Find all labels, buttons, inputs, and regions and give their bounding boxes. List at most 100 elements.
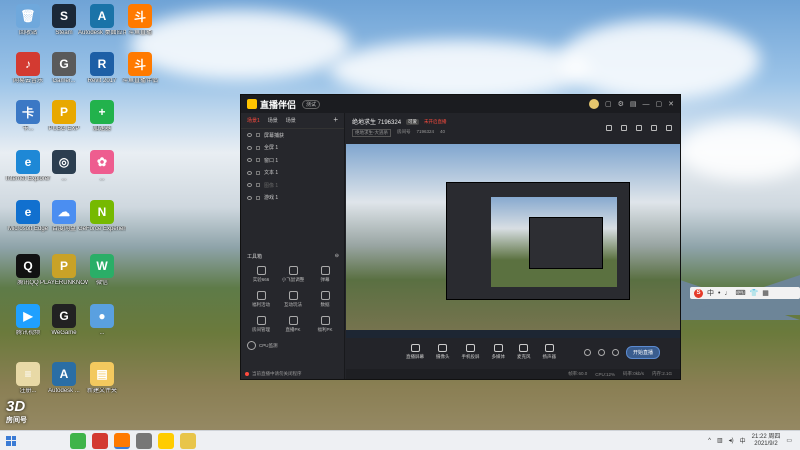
- ime-tray-icon[interactable]: 中: [740, 436, 746, 445]
- source-item[interactable]: 文本 1: [241, 167, 344, 180]
- ime-toolbar[interactable]: S 中 • ♩ ⌨ 👕 ▦: [690, 287, 800, 299]
- timer-icon[interactable]: [597, 348, 605, 356]
- eye-icon[interactable]: [247, 158, 252, 163]
- eye-icon[interactable]: [247, 133, 252, 138]
- ime-menu-icon[interactable]: ▦: [762, 289, 769, 297]
- ime-keyboard-icon[interactable]: ⌨: [735, 289, 745, 297]
- desktop-icon[interactable]: N GeForce Experience: [78, 200, 126, 233]
- room-tag[interactable]: 可爱: [406, 118, 420, 125]
- tool-button[interactable]: 房间管理: [245, 316, 277, 333]
- volume-icon[interactable]: ◂): [729, 437, 734, 444]
- network-icon[interactable]: ▥: [717, 437, 723, 444]
- cpu-icon: [247, 341, 256, 350]
- tool-button[interactable]: 互动玩法: [277, 291, 309, 308]
- tab-scene-3[interactable]: 场景: [286, 117, 296, 124]
- message-icon[interactable]: ▢: [605, 100, 612, 108]
- taskbar-app-icon[interactable]: [136, 432, 152, 449]
- minimize-icon[interactable]: —: [643, 101, 650, 108]
- logo-icon: [247, 99, 257, 109]
- lock-icon[interactable]: [256, 183, 260, 188]
- title-bar: 直播伴侣 测试 ▢ ⚙ ▤ — ▢ ✕: [241, 95, 680, 113]
- gear-icon[interactable]: [611, 348, 619, 356]
- taskbar-app-icon[interactable]: [92, 432, 108, 449]
- ime-punct-icon[interactable]: •: [718, 290, 720, 297]
- desktop-icon[interactable]: W 微信: [78, 254, 126, 287]
- tool-button[interactable]: 福利PK: [309, 316, 341, 333]
- eye-icon[interactable]: [247, 170, 252, 175]
- desktop-icon-label: 微信: [95, 280, 108, 286]
- version-badge[interactable]: 测试: [302, 99, 321, 109]
- control-button[interactable]: 多媒体: [492, 344, 505, 360]
- source-item[interactable]: 游戏 1: [241, 192, 344, 205]
- clock[interactable]: 21:22 周四 2021/9/2: [752, 434, 781, 448]
- start-live-button[interactable]: 开始直播: [625, 345, 660, 359]
- settings-icon[interactable]: ⚙: [618, 100, 624, 108]
- ime-skin-icon[interactable]: 👕: [750, 289, 759, 297]
- ime-mode[interactable]: 中: [707, 288, 714, 298]
- layout-icon[interactable]: [606, 125, 612, 131]
- eye-icon[interactable]: [247, 145, 252, 150]
- tool-button[interactable]: 福利活动: [245, 291, 277, 308]
- eye-icon[interactable]: [247, 183, 252, 188]
- taskbar-app-icon[interactable]: [158, 432, 174, 449]
- control-button[interactable]: 摄像头: [436, 344, 450, 360]
- lock-icon[interactable]: [256, 145, 260, 150]
- user-avatar[interactable]: [588, 99, 599, 109]
- notification-icon[interactable]: ▭: [786, 437, 792, 444]
- record-icon[interactable]: [636, 125, 642, 131]
- maximize-icon[interactable]: ▢: [656, 100, 663, 108]
- lock-icon[interactable]: [256, 133, 260, 138]
- toolbox-title: 工具箱: [247, 254, 263, 260]
- skin-icon[interactable]: ▤: [630, 100, 637, 108]
- start-button[interactable]: [0, 431, 22, 450]
- source-item[interactable]: 屏幕捕获: [241, 129, 344, 142]
- control-button[interactable]: 直播屏幕: [406, 344, 424, 360]
- close-icon[interactable]: ✕: [668, 100, 674, 108]
- tool-button[interactable]: 数据: [309, 291, 341, 308]
- tool-button[interactable]: 直播PK: [277, 316, 309, 333]
- taskbar-app-icon[interactable]: [180, 432, 196, 449]
- toolbox-collapse-icon[interactable]: ⊖: [335, 253, 339, 260]
- source-item[interactable]: 图像 1: [241, 179, 344, 192]
- lock-icon[interactable]: [256, 195, 260, 200]
- lock-icon[interactable]: [621, 125, 627, 131]
- room-title[interactable]: 绝地求生 7196324: [352, 117, 401, 126]
- bell-icon[interactable]: [651, 125, 657, 131]
- share-icon[interactable]: [666, 125, 672, 131]
- tab-scene-2[interactable]: 场景: [268, 117, 278, 124]
- tab-scene-1[interactable]: 场景1: [247, 117, 260, 124]
- app-icon: A: [52, 362, 76, 386]
- add-scene-button[interactable]: +: [333, 116, 338, 124]
- scene-tabs: 场景1 场景 场景 +: [241, 113, 344, 129]
- eye-icon[interactable]: [247, 195, 252, 200]
- tool-button[interactable]: 实验666: [245, 266, 277, 283]
- record-toggle-icon[interactable]: [583, 348, 591, 356]
- source-item[interactable]: 窗口 1: [241, 154, 344, 167]
- control-button[interactable]: 麦克风: [517, 344, 531, 360]
- lock-icon[interactable]: [256, 170, 260, 175]
- desktop-icon[interactable]: ●...: [78, 304, 126, 337]
- category-selector[interactable]: 绝地求生-大逃杀: [352, 129, 391, 137]
- footer-hint: 当前直播中请勿关闭程序: [245, 371, 302, 377]
- desktop-icon[interactable]: ▤ 新建文件夹: [78, 362, 126, 395]
- cpu-monitor-button[interactable]: CPU监测: [241, 335, 345, 356]
- sogou-icon[interactable]: S: [694, 288, 703, 298]
- taskbar-app-icon[interactable]: [114, 432, 130, 449]
- control-button[interactable]: 扬声器: [543, 344, 556, 360]
- desktop-icon-label: 加速器: [92, 126, 111, 132]
- control-button[interactable]: 手机投屏: [462, 344, 480, 360]
- tray-up-icon[interactable]: ^: [708, 438, 711, 444]
- desktop-icon[interactable]: ✿...: [78, 150, 126, 183]
- scene-panel: 场景1 场景 场景 + 屏幕捕获 全屏 1 窗口 1 文本 1 图像 1 游戏 1 工具箱…: [241, 113, 345, 379]
- desktop-icon[interactable]: 斗斗鱼直播伴侣: [116, 52, 164, 85]
- lock-icon[interactable]: [256, 158, 260, 163]
- tool-button[interactable]: 弹幕: [309, 266, 341, 283]
- tool-button[interactable]: 小飞鼠调整: [277, 266, 309, 283]
- desktop-icon[interactable]: 斗斗鱼直播: [116, 4, 164, 37]
- taskbar-app-icon[interactable]: [70, 432, 86, 449]
- stream-preview[interactable]: [346, 144, 680, 338]
- ime-voice-icon[interactable]: ♩: [724, 290, 731, 297]
- desktop-icon[interactable]: + 加速器: [78, 100, 126, 133]
- tool-label: 房间管理: [252, 327, 270, 332]
- source-item[interactable]: 全屏 1: [241, 142, 344, 155]
